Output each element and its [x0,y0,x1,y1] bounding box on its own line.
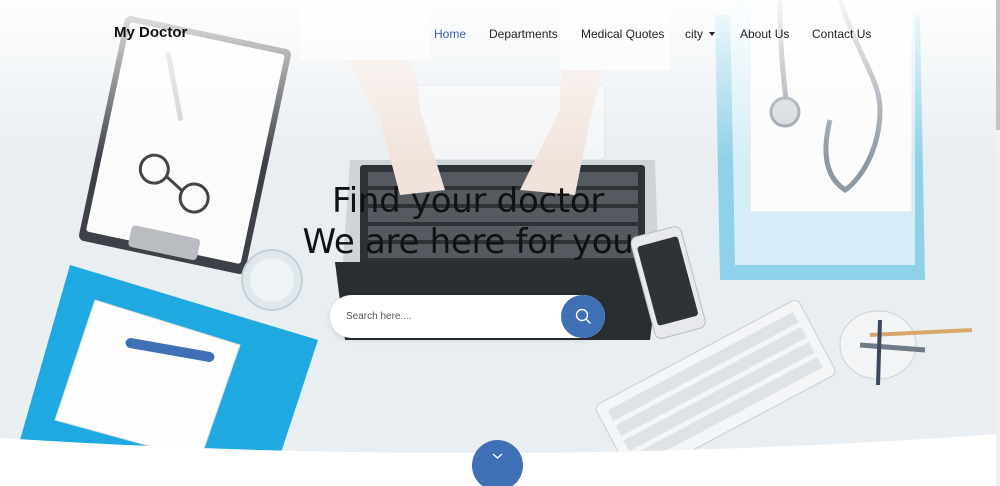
search-button[interactable] [561,295,605,338]
scroll-down-button[interactable] [472,440,523,486]
nav-menu: Home Departments Medical Quotes city Abo… [0,27,1000,43]
scrollbar-thumb[interactable] [996,0,1000,130]
top-navbar: My Doctor Home Departments Medical Quote… [0,0,1000,68]
nav-item-city-dropdown[interactable]: city [685,27,715,41]
caret-down-icon [709,31,715,36]
nav-item-departments[interactable]: Departments [489,27,558,41]
nav-item-medical-quotes[interactable]: Medical Quotes [581,27,664,41]
hero-title-line-2: We are here for you [302,222,634,262]
search-bar [330,295,605,338]
search-icon [575,308,591,324]
nav-item-home[interactable]: Home [434,27,466,41]
nav-item-about-us[interactable]: About Us [740,27,789,41]
page-scrollbar[interactable] [996,0,1000,486]
search-input[interactable] [330,295,562,338]
nav-item-city-label: city [685,27,703,41]
chevron-down-icon [492,453,503,459]
nav-item-contact-us[interactable]: Contact Us [812,27,871,41]
hero-title-line-1: Find your doctor [331,181,605,221]
